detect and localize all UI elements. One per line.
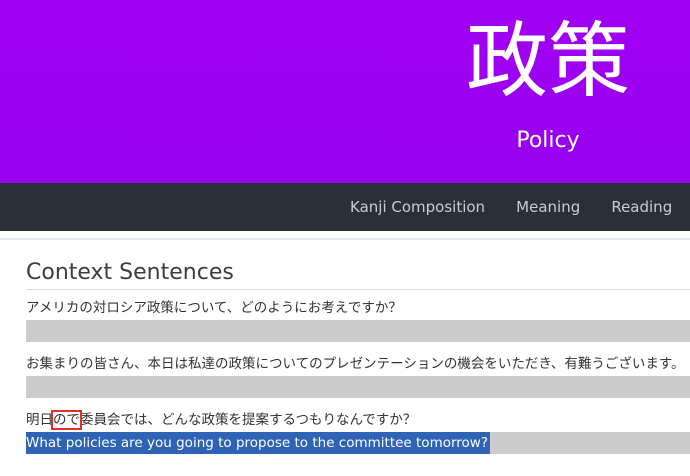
context-sentence-2: お集まりの皆さん、本日は私達の政策についてのプレゼンテーションの機会をいただき、… [26, 356, 685, 372]
section-title: Context Sentences [26, 260, 234, 285]
nav-item-kanji-composition[interactable]: Kanji Composition [350, 183, 485, 231]
kanji-header: 政策 Policy [0, 0, 690, 183]
hidden-translation-1[interactable] [26, 320, 690, 342]
sentence-3-start: 明日 [26, 412, 53, 428]
nav-item-reading[interactable]: Reading [611, 183, 672, 231]
kanji-meaning: Policy [516, 128, 580, 153]
section-rule [26, 289, 690, 290]
context-sentence-1: アメリカの対ロシア政策について、どのようにお考えですか？ [26, 300, 402, 316]
sentence-3-rest: 委員会では、どんな政策を提案するつもりなんですか？ [80, 412, 417, 428]
nav-items: Kanji Composition Meaning Reading C [350, 183, 690, 231]
nav-item-meaning[interactable]: Meaning [516, 183, 580, 231]
divider [0, 238, 690, 240]
section-navbar: Kanji Composition Meaning Reading C [0, 183, 690, 231]
highlighted-word[interactable]: ので [51, 410, 82, 430]
context-sentence-3: 明日ので委員会では、どんな政策を提案するつもりなんですか？ [26, 410, 416, 430]
selected-translation-text[interactable]: What policies are you going to propose t… [26, 432, 491, 454]
kanji-character: 政策 [465, 14, 630, 109]
hidden-translation-2[interactable] [26, 376, 690, 398]
